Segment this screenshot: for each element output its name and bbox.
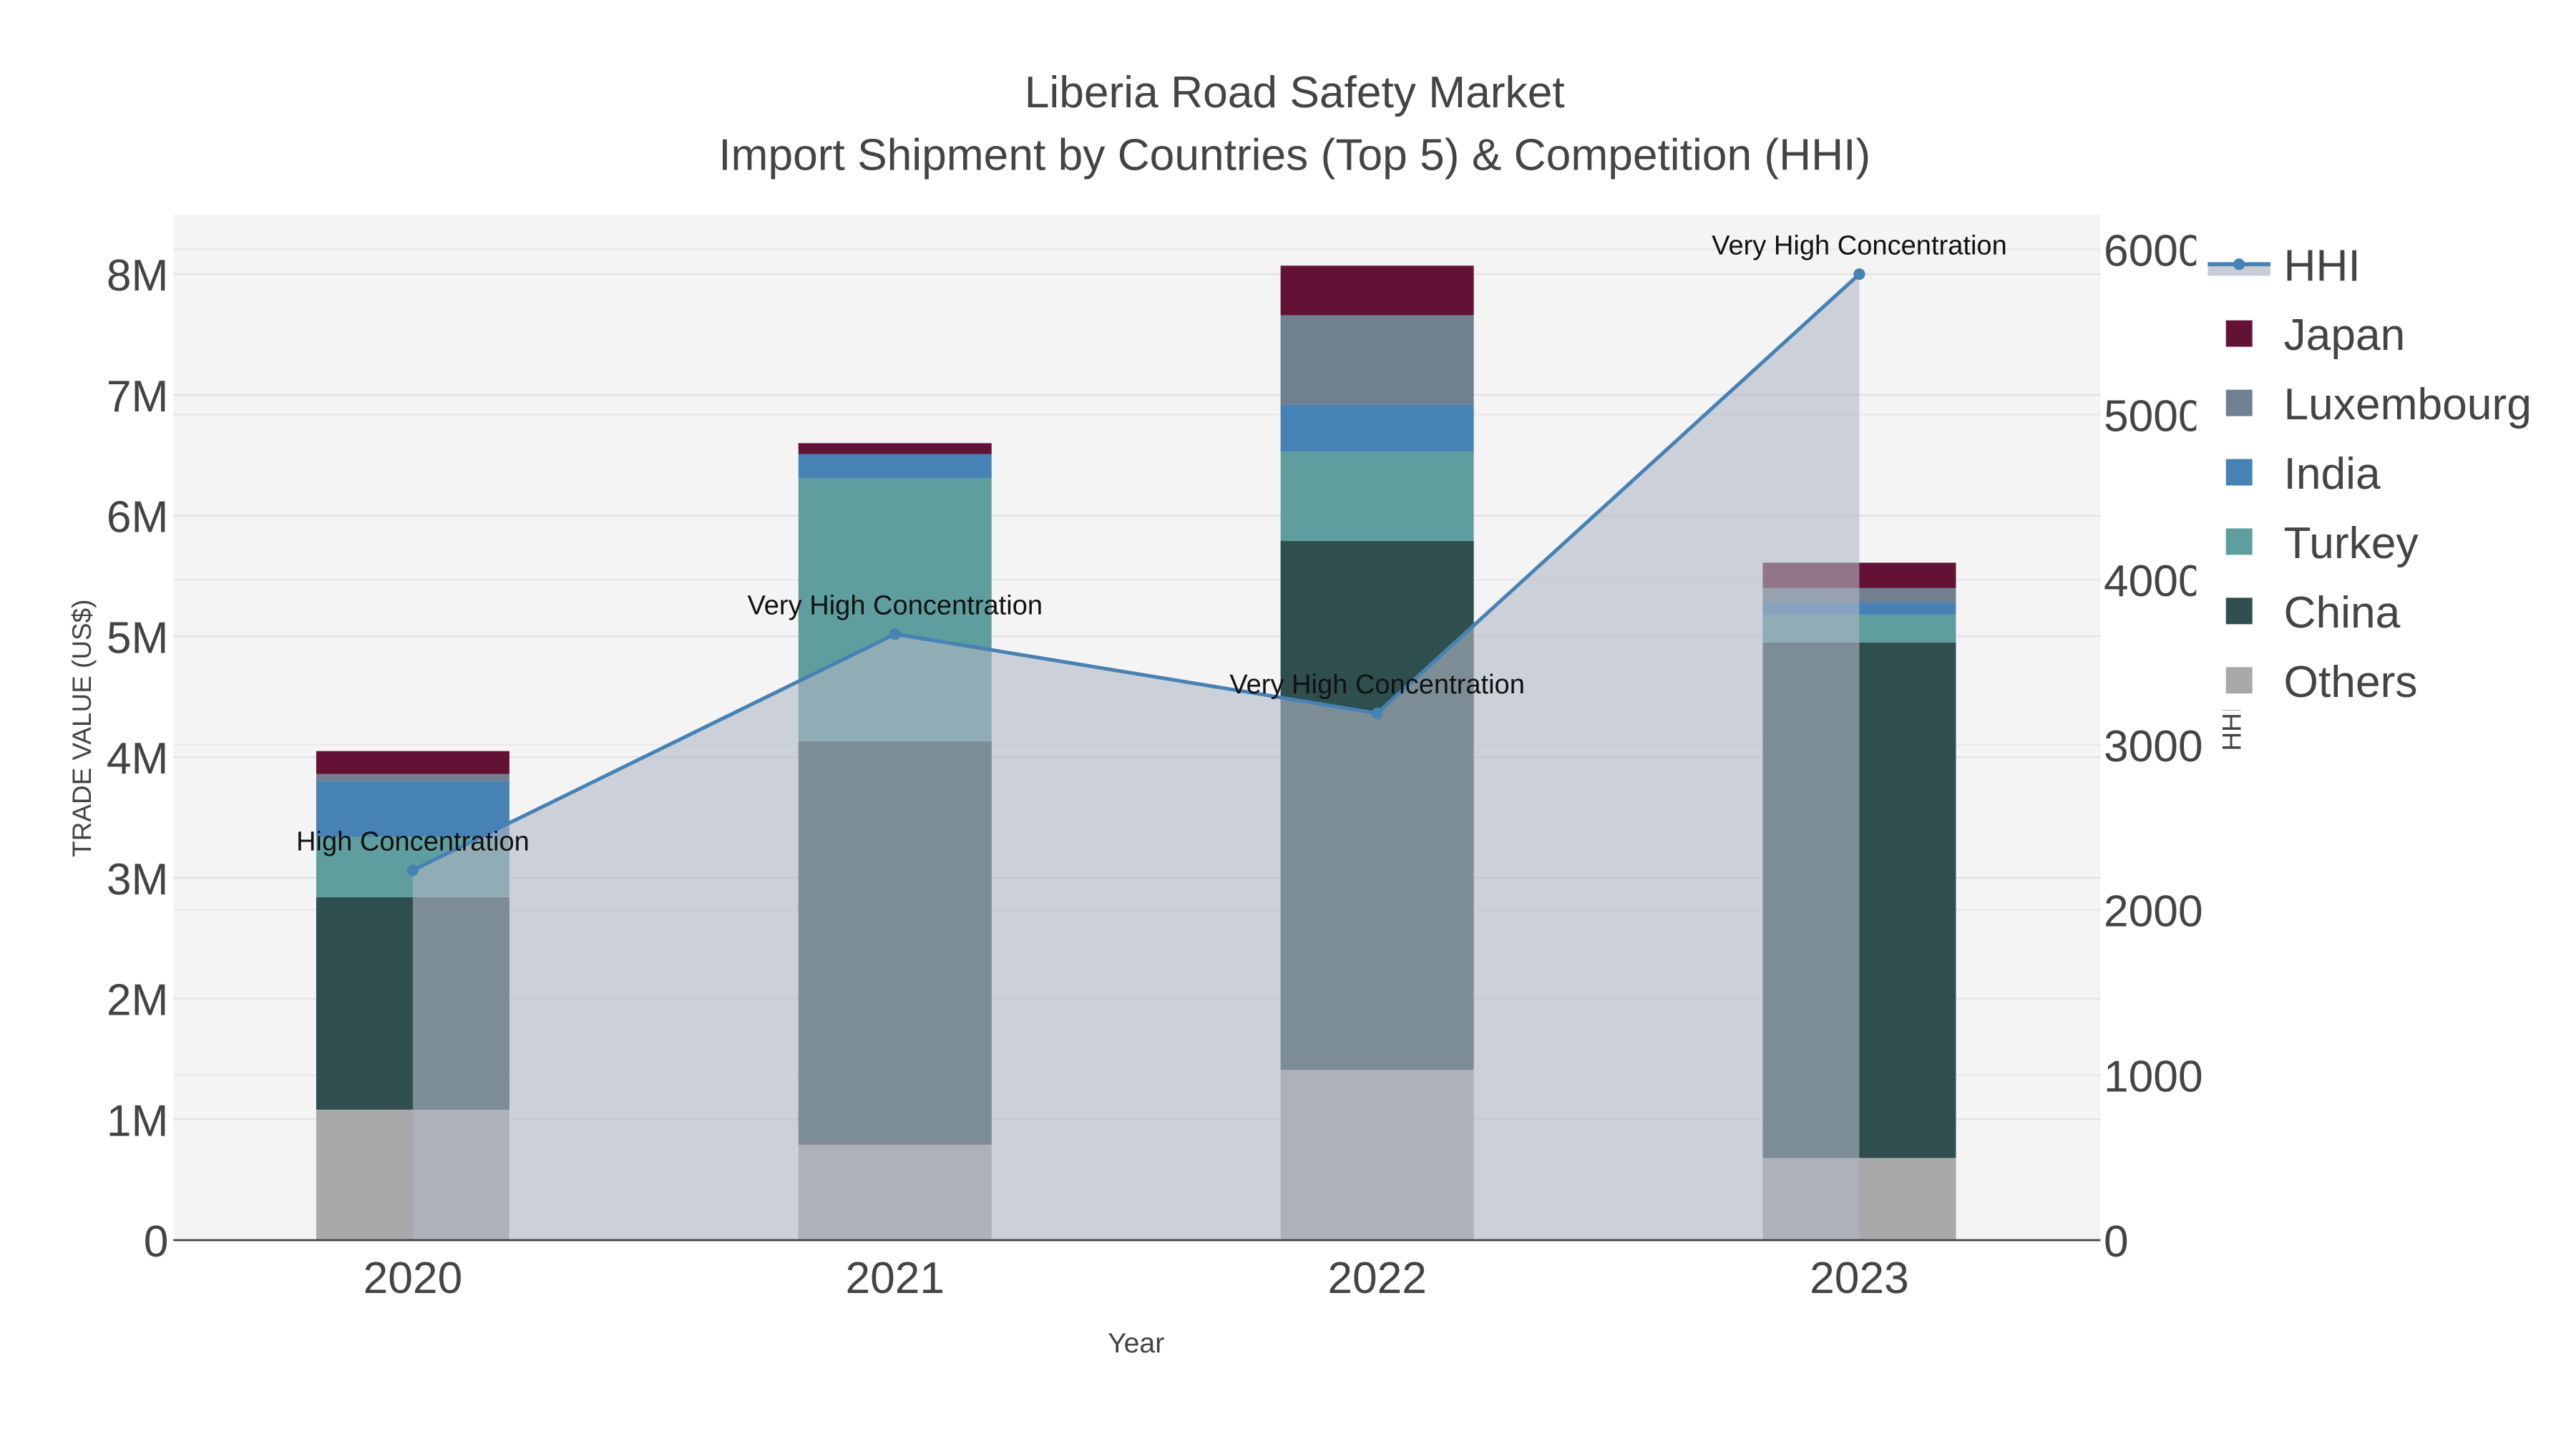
legend-label-others[interactable]: Others <box>2284 658 2418 707</box>
bar-india-2022 <box>1280 404 1474 452</box>
chart: High Concentration Very High Concentratio… <box>0 0 2576 1449</box>
y2-tick-label: 4000 <box>2104 557 2203 606</box>
legend-label-japan[interactable]: Japan <box>2284 311 2406 360</box>
x-tick-label: 2020 <box>364 1254 463 1303</box>
bar-japan-2022 <box>1280 265 1474 316</box>
legend-label-china[interactable]: China <box>2284 588 2401 638</box>
hhi-point-2023 <box>1853 268 1865 280</box>
bar-india-2021 <box>798 454 992 479</box>
y2-tick-label: 1000 <box>2104 1052 2203 1101</box>
y2-tick-label: 0 <box>2104 1217 2129 1267</box>
hhi-point-2020 <box>406 864 419 877</box>
legend: HHI Japan Luxembourg India Turkey China Others <box>2196 223 2576 711</box>
x-tick-label: 2022 <box>1327 1254 1427 1303</box>
legend-swatch-china <box>2225 597 2253 625</box>
legend-label-india[interactable]: India <box>2284 449 2381 499</box>
bar-luxembourg-2020 <box>316 774 509 781</box>
legend-label-turkey[interactable]: Turkey <box>2284 519 2419 568</box>
legend-label-hhi[interactable]: HHI <box>2284 241 2361 291</box>
legend-swatch-luxembourg <box>2225 389 2253 416</box>
y2-axis-title: HHI <box>2218 706 2247 751</box>
y2-tick-label: 3000 <box>2104 722 2203 771</box>
y-tick-label: 0 <box>144 1217 169 1267</box>
y2-tick-label: 5000 <box>2104 391 2203 441</box>
y-tick-label: 3M <box>107 855 169 904</box>
bar-turkey-2022 <box>1280 452 1474 542</box>
bar-japan-2020 <box>316 751 509 774</box>
chart-title: Liberia Road Safety Market <box>1025 68 1565 117</box>
y2-tick-label: 2000 <box>2104 887 2203 937</box>
hhi-annotation-2023: Very High Concentration <box>1712 230 2007 260</box>
bar-luxembourg-2022 <box>1280 315 1474 405</box>
legend-swatch-india <box>2225 459 2253 486</box>
hhi-annotation-2020: High Concentration <box>296 826 530 857</box>
y-axis-ticks: 0 1M 2M 3M 4M 5M 6M 7M 8M <box>107 251 169 1267</box>
bar-japan-2021 <box>798 443 992 454</box>
x-tick-label: 2021 <box>845 1254 945 1303</box>
y-tick-label: 5M <box>107 613 169 663</box>
hhi-annotation-2021: Very High Concentration <box>747 590 1043 620</box>
y-tick-label: 4M <box>107 734 169 784</box>
y-tick-label: 6M <box>107 493 169 542</box>
y-tick-label: 8M <box>107 251 169 301</box>
hhi-point-2022 <box>1371 707 1383 719</box>
chart-subtitle: Import Shipment by Countries (Top 5) & C… <box>718 131 1870 180</box>
legend-label-luxembourg[interactable]: Luxembourg <box>2284 380 2532 429</box>
hhi-point-2021 <box>889 628 901 640</box>
x-axis-title: Year <box>1108 1327 1164 1359</box>
y-axis-title: TRADE VALUE (US$) <box>67 600 97 857</box>
legend-swatch-japan <box>2225 320 2253 347</box>
hhi-annotation-2022: Very High Concentration <box>1229 670 1525 700</box>
x-tick-label: 2023 <box>1810 1254 1909 1303</box>
legend-swatch-hhi-marker <box>2233 258 2245 270</box>
y-tick-label: 1M <box>107 1096 169 1146</box>
y2-tick-label: 6000 <box>2104 227 2203 276</box>
y-tick-label: 7M <box>107 372 169 421</box>
legend-swatch-others <box>2225 667 2253 694</box>
legend-swatch-turkey <box>2225 528 2253 555</box>
y-tick-label: 2M <box>107 976 169 1025</box>
